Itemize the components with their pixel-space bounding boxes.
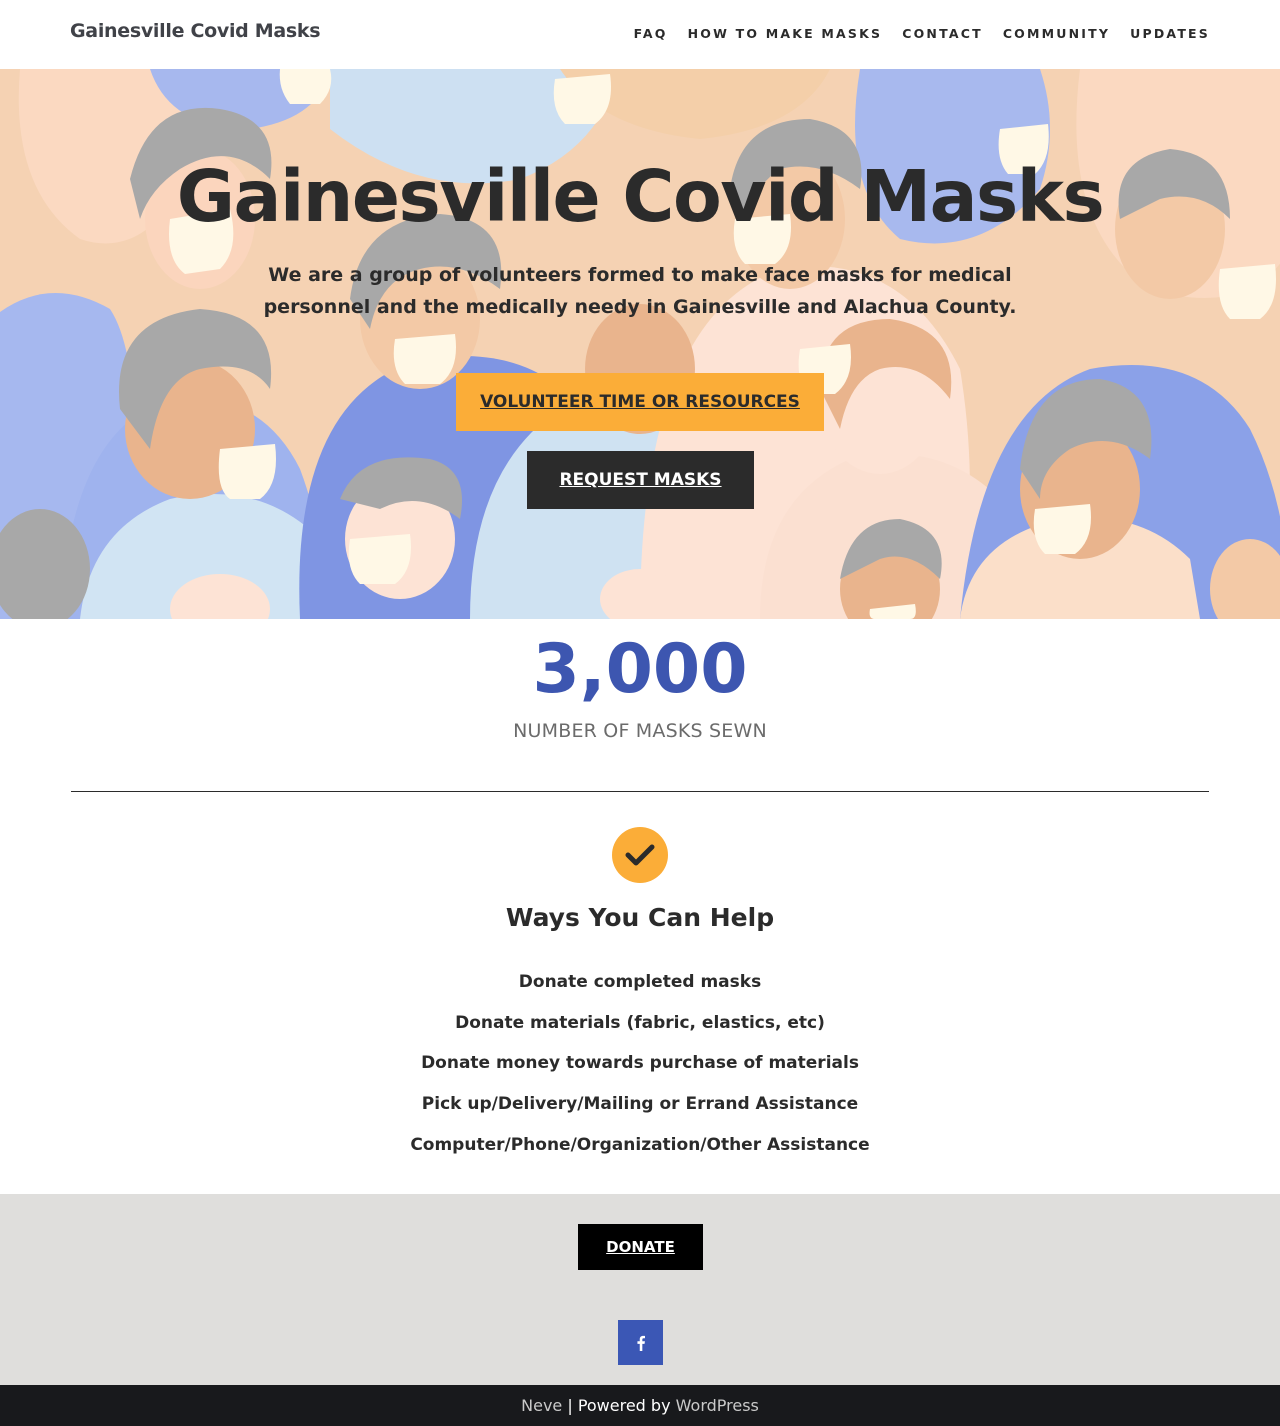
- donate-button[interactable]: Donate: [578, 1224, 703, 1270]
- ways-list: Donate completed masks Donate materials …: [0, 970, 1280, 1173]
- list-item: Donate materials (fabric, elastics, etc): [455, 1012, 825, 1033]
- hero-subtitle: We are a group of volunteers formed to m…: [263, 264, 1017, 318]
- wordpress-link[interactable]: WordPress: [676, 1396, 759, 1415]
- checkmark-icon: [612, 827, 668, 883]
- facebook-icon[interactable]: [618, 1320, 663, 1365]
- footer-top: Donate: [0, 1194, 1280, 1385]
- section-divider: [71, 791, 1209, 792]
- list-item: Pick up/Delivery/Mailing or Errand Assis…: [421, 1094, 859, 1115]
- list-item: Computer/Phone/Organization/Other Assist…: [410, 1134, 870, 1155]
- hero-content: Gainesville Covid Masks We are a group o…: [0, 69, 1280, 619]
- powered-by-text: | Powered by: [562, 1396, 676, 1415]
- theme-link[interactable]: Neve: [521, 1396, 562, 1415]
- list-item: Donate completed masks: [518, 972, 762, 992]
- volunteer-button[interactable]: Volunteer Time or Resources: [456, 373, 824, 431]
- list-item: Donate money towards purchase of materia…: [421, 1053, 859, 1074]
- hero-section: Gainesville Covid Masks We are a group o…: [0, 69, 1280, 619]
- nav-item-how-to-make-masks[interactable]: How to make masks: [688, 26, 883, 41]
- ways-heading: Ways You Can Help: [505, 903, 775, 932]
- masks-counter-label: Number of masks sewn: [513, 720, 767, 742]
- nav-item-faq[interactable]: FAQ: [634, 26, 668, 41]
- site-header: Gainesville Covid Masks FAQ How to make …: [0, 0, 1280, 69]
- nav-item-community[interactable]: Community: [1003, 26, 1110, 41]
- footer-bottom: Neve | Powered by WordPress: [0, 1385, 1280, 1426]
- hero-title: Gainesville Covid Masks: [176, 155, 1105, 238]
- primary-nav: FAQ How to make masks Contact Community …: [634, 26, 1210, 41]
- nav-item-contact[interactable]: Contact: [902, 26, 983, 41]
- site-brand-link[interactable]: Gainesville Covid Masks: [70, 20, 321, 42]
- masks-counter-value: 3,000: [532, 630, 748, 709]
- request-masks-button[interactable]: Request Masks: [527, 451, 754, 509]
- nav-item-updates[interactable]: Updates: [1130, 26, 1210, 41]
